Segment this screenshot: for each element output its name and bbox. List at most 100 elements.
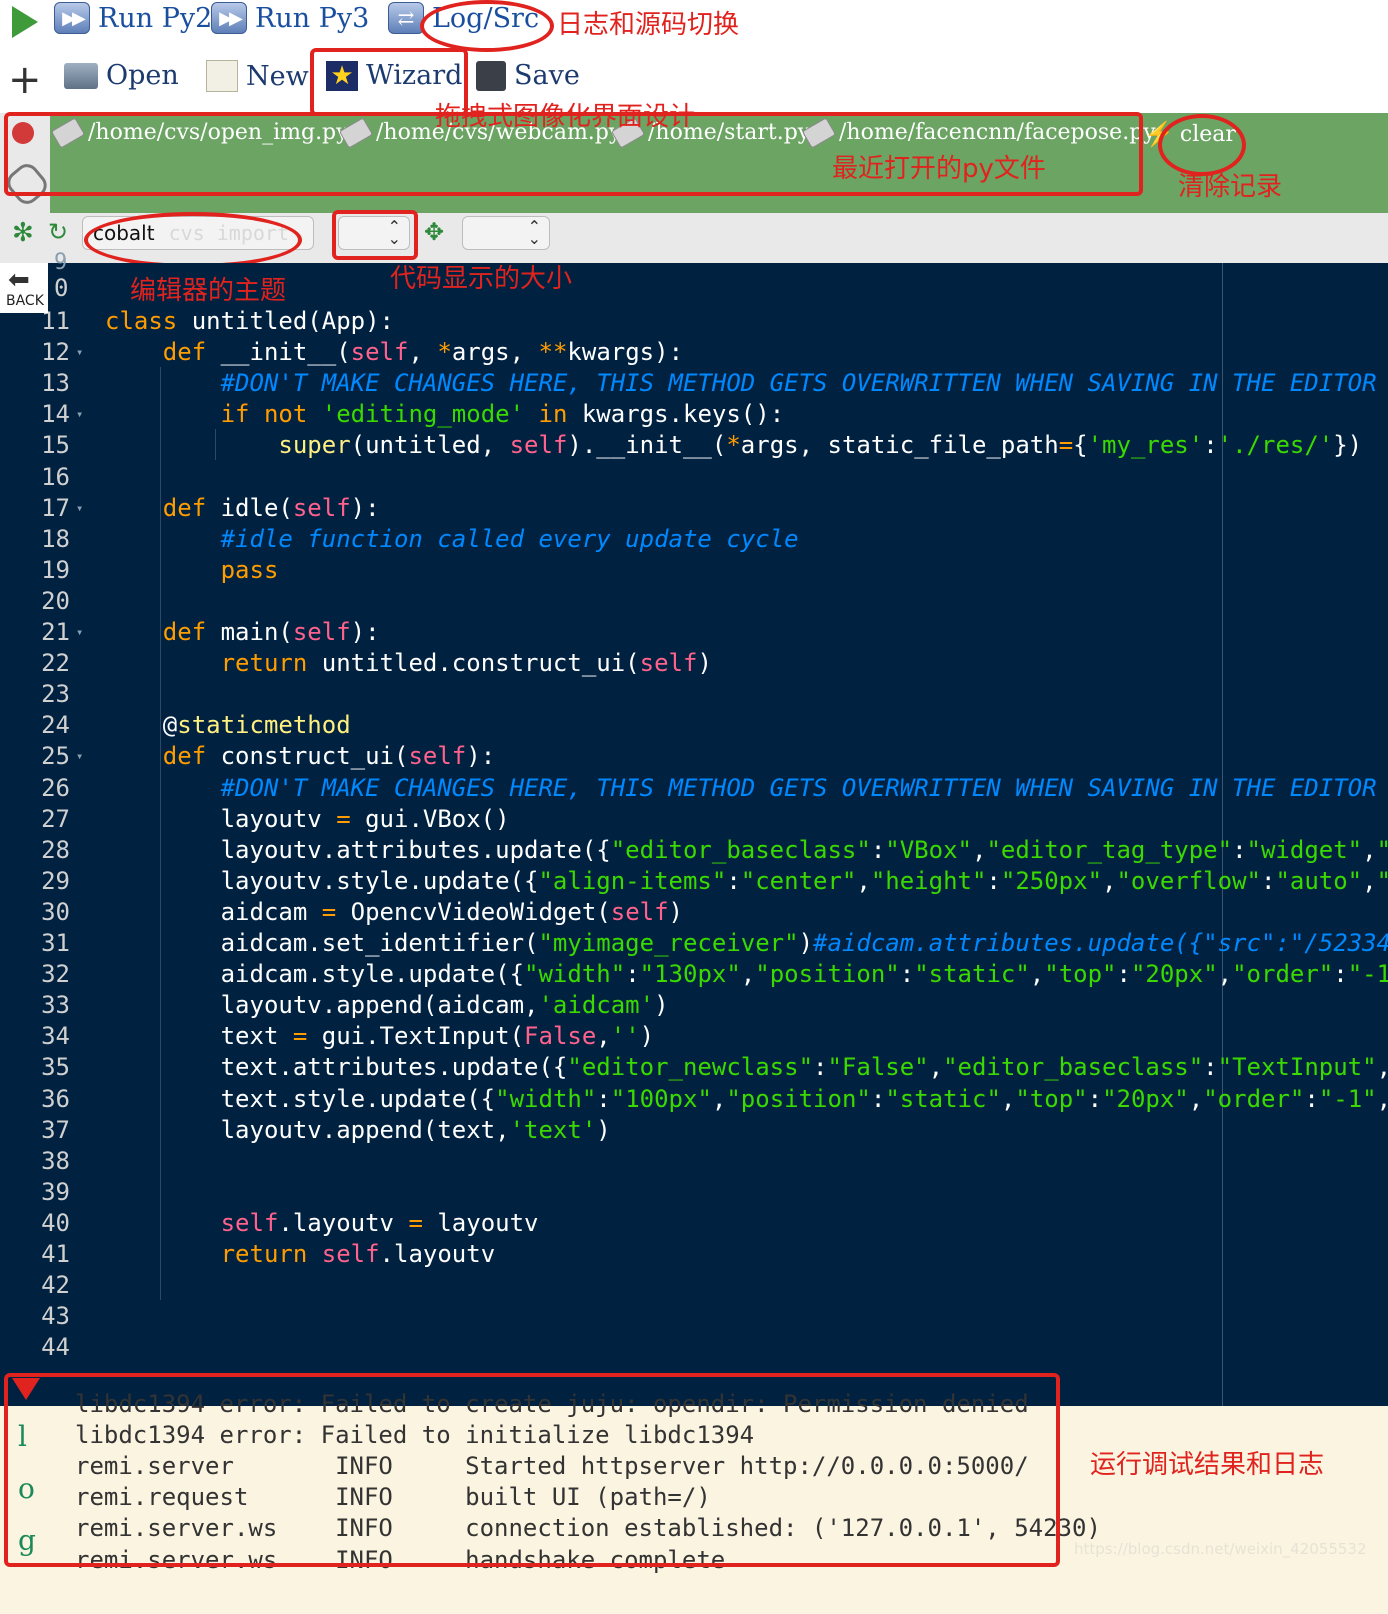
code-text: #DON'T MAKE CHANGES HERE, THIS METHOD GE… — [220, 773, 1377, 802]
code-line[interactable]: 39 — [0, 1176, 1388, 1208]
folder-icon — [64, 62, 98, 89]
code-line[interactable]: 15 super(untitled, self).__init__(*args,… — [0, 429, 1388, 461]
code-text: #idle function called every update cycle — [220, 524, 799, 553]
code-line[interactable]: 32 aidcam.style.update({"width":"130px",… — [0, 958, 1388, 990]
code-line[interactable]: 14 ▾ if not 'editing_mode' in kwargs.keys… — [0, 398, 1388, 430]
line-number: 42 — [41, 1271, 70, 1300]
line-number: 40 — [41, 1208, 70, 1237]
line-number: 26 — [41, 773, 70, 802]
code-line[interactable]: 33 layoutv.append(aidcam,'aidcam') — [0, 989, 1388, 1021]
line-number: 18 — [41, 524, 70, 553]
code-line[interactable]: 12 ▾ def __init__(self, *args, **kwargs): — [0, 336, 1388, 368]
code-line[interactable]: 41 return self.layoutv — [0, 1238, 1388, 1270]
code-text: if not 'editing_mode' in kwargs.keys(): — [220, 400, 785, 429]
code-line[interactable]: 42 — [0, 1269, 1388, 1301]
line-number: 24 — [41, 711, 70, 740]
line-number: 38 — [41, 1146, 70, 1175]
code-text: return untitled.construct_ui(self) — [220, 649, 712, 678]
code-line[interactable]: 18 #idle function called every update cy… — [0, 523, 1388, 555]
code-line[interactable]: 40 self.layoutv = layoutv — [0, 1207, 1388, 1239]
back-button[interactable]: ⬅ BACK — [0, 263, 48, 313]
new-label: New — [246, 60, 309, 92]
fold-arrow-icon[interactable]: ▾ — [76, 336, 83, 368]
code-line[interactable]: 38 — [0, 1145, 1388, 1177]
code-line[interactable]: 20 — [0, 585, 1388, 617]
line-number: 43 — [41, 1302, 70, 1331]
code-line[interactable]: 43 — [0, 1300, 1388, 1332]
code-line[interactable]: 29 layoutv.style.update({"align-items":"… — [0, 865, 1388, 897]
size-annotation-box — [332, 210, 418, 260]
fold-arrow-icon[interactable]: ▾ — [76, 492, 83, 524]
line-number: 13 — [41, 369, 70, 398]
line-number: 15 — [41, 431, 70, 460]
code-text: self.layoutv = layoutv — [220, 1208, 539, 1237]
code-line[interactable]: 17 ▾ def idle(self): — [0, 492, 1388, 524]
fold-arrow-icon[interactable]: ▾ — [76, 398, 83, 430]
watermark: https://blog.csdn.net/weixin_42055532 — [1074, 1540, 1367, 1558]
code-line[interactable]: 11 class untitled(App): — [0, 305, 1388, 337]
code-line[interactable]: 27 layoutv = gui.VBox() — [0, 803, 1388, 835]
recent-annotation: 最近打开的py文件 — [832, 154, 1046, 184]
code-line[interactable]: 23 — [0, 678, 1388, 710]
new-button[interactable]: New — [206, 60, 309, 92]
theme-annotation: 编辑器的主题 — [130, 276, 287, 306]
line-number: 25 — [41, 742, 70, 771]
code-line[interactable]: 34 text = gui.TextInput(False,'') — [0, 1020, 1388, 1052]
line-number: 12 — [41, 338, 70, 367]
open-button[interactable]: Open — [64, 60, 179, 91]
line-number: 27 — [41, 804, 70, 833]
add-icon[interactable]: + — [8, 60, 42, 100]
code-line[interactable]: 19 pass — [0, 554, 1388, 586]
line-number: 41 — [41, 1240, 70, 1268]
line-number: 28 — [41, 835, 70, 864]
code-text: layoutv.append(text,'text') — [105, 1115, 611, 1144]
line-number: 23 — [41, 680, 70, 709]
code-line[interactable]: 31 aidcam.set_identifier("myimage_receiv… — [0, 927, 1388, 959]
code-text: def __init__(self, *args, **kwargs): — [162, 338, 684, 367]
run-py3-button[interactable]: ▶▶ Run Py3 — [211, 2, 369, 34]
code-line[interactable]: 37 layoutv.append(text,'text') — [0, 1114, 1388, 1146]
code-line[interactable]: 13 #DON'T MAKE CHANGES HERE, THIS METHOD… — [0, 367, 1388, 399]
size-annotation: 代码显示的大小 — [390, 264, 573, 294]
code-text: class untitled(App): — [105, 307, 394, 335]
indent-guide — [160, 367, 161, 1301]
keybinding-select[interactable]: ⌃ ⌄ — [462, 216, 550, 250]
code-line[interactable]: 30 aidcam = OpencvVideoWidget(self) — [0, 896, 1388, 928]
code-line[interactable]: 16 — [0, 461, 1388, 493]
code-editor[interactable]: 11 class untitled(App): 12 ▾ def __init__(s… — [0, 263, 1388, 1406]
floppy-icon — [476, 60, 506, 91]
code-line[interactable]: 28 layoutv.attributes.update({"editor_ba… — [0, 834, 1388, 866]
code-text: text.attributes.update({"editor_newclass… — [105, 1053, 1388, 1082]
code-line[interactable]: 35 text.attributes.update({"editor_newcl… — [0, 1051, 1388, 1083]
line-number: 21 — [41, 618, 70, 646]
move-icon[interactable]: ✥ — [424, 218, 444, 246]
code-line[interactable]: 21 ▾ def main(self): — [0, 616, 1388, 648]
refresh-icon[interactable]: ↻ — [48, 218, 68, 246]
save-button[interactable]: Save — [476, 60, 580, 91]
back-label: BACK — [6, 293, 44, 309]
line-number: 19 — [41, 555, 70, 584]
line-number: 30 — [41, 897, 70, 926]
fold-arrow-icon[interactable]: ▾ — [76, 616, 83, 648]
code-text: text = gui.TextInput(False,'') — [105, 1022, 655, 1051]
settings-icon[interactable]: ✻ — [12, 218, 34, 248]
code-text: aidcam.style.update({"width":"130px","po… — [105, 960, 1388, 989]
back-arrow-icon: ⬅ — [8, 265, 30, 295]
code-line[interactable]: 44 — [0, 1331, 1388, 1363]
run-py2-button[interactable]: ▶▶ Run Py2 — [54, 2, 212, 34]
notepad-icon — [206, 60, 238, 92]
line-number: 29 — [41, 866, 70, 895]
code-line[interactable]: 26 #DON'T MAKE CHANGES HERE, THIS METHOD… — [0, 772, 1388, 804]
run-icon[interactable] — [12, 6, 38, 38]
code-line[interactable]: 25 ▾ def construct_ui(self): — [0, 740, 1388, 772]
line-number: 34 — [41, 1022, 70, 1051]
line-number: 44 — [41, 1333, 70, 1362]
fold-arrow-icon[interactable]: ▾ — [76, 740, 83, 772]
line-number: 35 — [41, 1053, 70, 1082]
run-py2-label: Run Py2 — [98, 2, 213, 34]
code-line[interactable]: 36 text.style.update({"width":"100px","p… — [0, 1083, 1388, 1115]
theme-annotation-ellipse — [84, 212, 302, 268]
line-number: 17 — [41, 493, 70, 522]
code-line[interactable]: 24 @staticmethod — [0, 709, 1388, 741]
code-line[interactable]: 22 return untitled.construct_ui(self) — [0, 647, 1388, 679]
